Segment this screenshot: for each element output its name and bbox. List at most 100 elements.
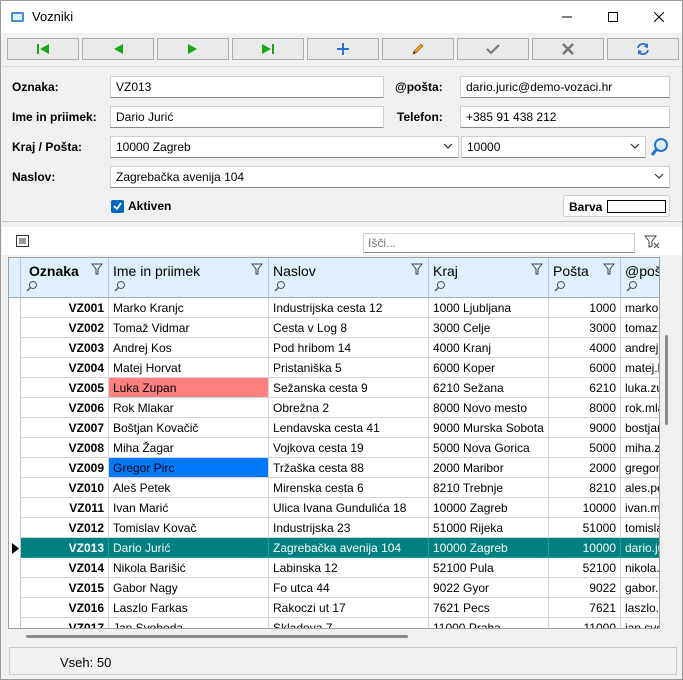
grid-cell-kraj[interactable]: 3000 Celje xyxy=(429,318,549,338)
table-row[interactable]: VZ009 Gregor Pirc Tržaška cesta 88 2000 Mar… xyxy=(21,458,659,478)
table-row[interactable]: VZ011 Ivan Marić Ulica Ivana Gundulića 18 1… xyxy=(21,498,659,518)
table-row[interactable]: VZ016 Laszlo Farkas Rakoczi ut 17 7621 Pecs… xyxy=(21,598,659,618)
header-col-ime[interactable]: Ime in priimek xyxy=(109,258,269,298)
grid-cell-oznaka[interactable]: VZ012 xyxy=(21,518,109,538)
grid-cell-email[interactable]: andrej.kos xyxy=(621,338,659,358)
maximize-button[interactable] xyxy=(590,1,636,33)
table-row[interactable]: VZ001 Marko Kranjc Industrijska cesta 12 10… xyxy=(21,298,659,318)
grid-cell-ime[interactable]: Gregor Pirc xyxy=(109,458,269,478)
grid-cell-posta[interactable]: 8000 xyxy=(549,398,621,418)
grid-cell-posta[interactable]: 6210 xyxy=(549,378,621,398)
grid-cell-ime[interactable]: Jan Svoboda xyxy=(109,618,269,628)
grid-cell-posta[interactable]: 9000 xyxy=(549,418,621,438)
column-filter-icon[interactable] xyxy=(91,263,103,275)
column-search-icon[interactable] xyxy=(274,280,286,292)
grid-cell-oznaka[interactable]: VZ003 xyxy=(21,338,109,358)
grid-cell-posta[interactable]: 5000 xyxy=(549,438,621,458)
horizontal-scrollbar[interactable] xyxy=(26,635,408,638)
grid-cell-email[interactable]: jan.svoboda xyxy=(621,618,659,628)
grid-cell-ime[interactable]: Laszlo Farkas xyxy=(109,598,269,618)
color-swatch[interactable] xyxy=(607,200,666,213)
first-record-button[interactable] xyxy=(7,38,79,60)
naslov-select[interactable]: Zagrebačka avenija 104 xyxy=(110,166,670,188)
grid-cell-email[interactable]: ivan.maric xyxy=(621,498,659,518)
grid-cell-email[interactable]: nikola.barisic xyxy=(621,558,659,578)
grid-cell-oznaka[interactable]: VZ001 xyxy=(21,298,109,318)
grid-cell-naslov[interactable]: Ulica Ivana Gundulića 18 xyxy=(269,498,429,518)
grid-cell-posta[interactable]: 10000 xyxy=(549,538,621,558)
search-icon[interactable] xyxy=(649,136,671,158)
grid-cell-naslov[interactable]: Skladova 7 xyxy=(269,618,429,628)
grid-cell-oznaka[interactable]: VZ013 xyxy=(21,538,109,558)
table-row[interactable]: VZ017 Jan Svoboda Skladova 7 11000 Praha 110… xyxy=(21,618,659,628)
grid-cell-posta[interactable]: 51000 xyxy=(549,518,621,538)
grid-cell-oznaka[interactable]: VZ007 xyxy=(21,418,109,438)
grid-cell-naslov[interactable]: Industrijska cesta 12 xyxy=(269,298,429,318)
grid-cell-ime[interactable]: Nikola Barišić xyxy=(109,558,269,578)
grid-cell-ime[interactable]: Boštjan Kovačič xyxy=(109,418,269,438)
header-col-email[interactable]: @pošta xyxy=(621,258,659,298)
table-row[interactable]: VZ002 Tomaž Vidmar Cesta v Log 8 3000 Celje… xyxy=(21,318,659,338)
grid-cell-oznaka[interactable]: VZ016 xyxy=(21,598,109,618)
grid-cell-ime[interactable]: Aleš Petek xyxy=(109,478,269,498)
grid-cell-posta[interactable]: 4000 xyxy=(549,338,621,358)
grid-cell-naslov[interactable]: Vojkova cesta 19 xyxy=(269,438,429,458)
table-row[interactable]: VZ014 Nikola Barišić Labinska 12 52100 Pula… xyxy=(21,558,659,578)
column-filter-icon[interactable] xyxy=(411,263,423,275)
grid-cell-ime[interactable]: Miha Žagar xyxy=(109,438,269,458)
column-search-icon[interactable] xyxy=(554,280,566,292)
header-col-posta[interactable]: Pošta xyxy=(549,258,621,298)
grid-cell-email[interactable]: tomislav.kovac xyxy=(621,518,659,538)
header-col-naslov[interactable]: Naslov xyxy=(269,258,429,298)
grid-cell-ime[interactable]: Gabor Nagy xyxy=(109,578,269,598)
grid-cell-email[interactable]: dario.juric xyxy=(621,538,659,558)
grid-cell-email[interactable]: ales.petek xyxy=(621,478,659,498)
grid-cell-kraj[interactable]: 6210 Sežana xyxy=(429,378,549,398)
oznaka-field[interactable]: VZ013 xyxy=(110,76,384,98)
grid-cell-oznaka[interactable]: VZ011 xyxy=(21,498,109,518)
header-col-kraj[interactable]: Kraj xyxy=(429,258,549,298)
table-row[interactable]: VZ012 Tomislav Kovač Industrijska 23 51000 … xyxy=(21,518,659,538)
cancel-record-button[interactable] xyxy=(532,38,604,60)
grid-cell-kraj[interactable]: 4000 Kranj xyxy=(429,338,549,358)
email-field[interactable]: dario.juric@demo-vozaci.hr xyxy=(460,76,670,98)
column-search-icon[interactable] xyxy=(26,280,38,292)
grid-cell-email[interactable]: marko.kranjc xyxy=(621,298,659,318)
grid-cell-kraj[interactable]: 11000 Praha xyxy=(429,618,549,628)
grid-cell-posta[interactable]: 8210 xyxy=(549,478,621,498)
grid-cell-naslov[interactable]: Lendavska cesta 41 xyxy=(269,418,429,438)
close-button[interactable] xyxy=(636,1,682,33)
table-row[interactable]: VZ003 Andrej Kos Pod hribom 14 4000 Kranj 40… xyxy=(21,338,659,358)
grid-cell-kraj[interactable]: 7621 Pecs xyxy=(429,598,549,618)
grid-cell-oznaka[interactable]: VZ006 xyxy=(21,398,109,418)
grid-cell-naslov[interactable]: Pristaniška 5 xyxy=(269,358,429,378)
grid-cell-posta[interactable]: 11000 xyxy=(549,618,621,628)
grid-search-input[interactable]: Išči... xyxy=(363,233,635,253)
column-filter-icon[interactable] xyxy=(251,263,263,275)
column-search-icon[interactable] xyxy=(114,280,126,292)
grid-cell-oznaka[interactable]: VZ009 xyxy=(21,458,109,478)
column-search-icon[interactable] xyxy=(626,280,638,292)
grid-cell-posta[interactable]: 52100 xyxy=(549,558,621,578)
posta-select[interactable]: 10000 xyxy=(461,136,646,158)
grid-cell-kraj[interactable]: 6000 Koper xyxy=(429,358,549,378)
grid-cell-ime[interactable]: Andrej Kos xyxy=(109,338,269,358)
edit-record-button[interactable] xyxy=(382,38,454,60)
grid-cell-posta[interactable]: 1000 xyxy=(549,298,621,318)
grid-cell-kraj[interactable]: 8000 Novo mesto xyxy=(429,398,549,418)
clear-filter-icon[interactable] xyxy=(644,235,660,249)
grid-cell-oznaka[interactable]: VZ002 xyxy=(21,318,109,338)
grid-cell-ime[interactable]: Dario Jurić xyxy=(109,538,269,558)
table-row[interactable]: VZ004 Matej Horvat Pristaniška 5 6000 Koper… xyxy=(21,358,659,378)
grid-cell-kraj[interactable]: 9000 Murska Sobota xyxy=(429,418,549,438)
table-row[interactable]: VZ008 Miha Žagar Vojkova cesta 19 5000 Nova… xyxy=(21,438,659,458)
grid-cell-oznaka[interactable]: VZ008 xyxy=(21,438,109,458)
grid-cell-email[interactable]: gabor.nagy xyxy=(621,578,659,598)
grid-cell-email[interactable]: miha.zagar xyxy=(621,438,659,458)
grid-cell-ime[interactable]: Luka Zupan xyxy=(109,378,269,398)
column-search-icon[interactable] xyxy=(434,280,446,292)
grid-cell-naslov[interactable]: Sežanska cesta 9 xyxy=(269,378,429,398)
grid-cell-ime[interactable]: Tomaž Vidmar xyxy=(109,318,269,338)
grid-cell-email[interactable]: laszlo.farkas xyxy=(621,598,659,618)
grid-cell-oznaka[interactable]: VZ005 xyxy=(21,378,109,398)
